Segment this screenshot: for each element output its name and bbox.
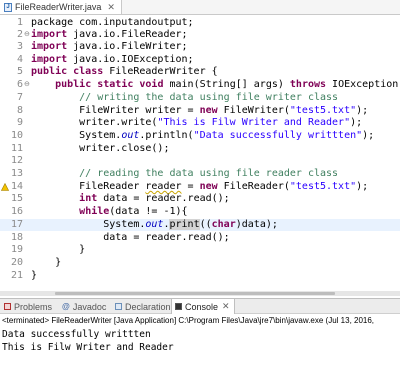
editor-tab-title: FileReaderWriter.java (15, 2, 102, 12)
code-editor[interactable]: 1 package com.inputandoutput; 2 ⊖ import jav… (0, 15, 400, 295)
code-text: data = reader.read(); (31, 232, 230, 243)
line-number: 12 (10, 155, 23, 166)
tab-label: Problems (14, 301, 53, 312)
line-number: 11 (10, 143, 23, 154)
line-number: 21 (10, 270, 23, 281)
code-text: } (31, 257, 62, 268)
code-text: writer.close(); (31, 143, 170, 154)
warning-icon[interactable] (0, 181, 10, 193)
tab-console[interactable]: Console ✕ (171, 299, 235, 314)
tab-label: Console (185, 301, 219, 312)
line-number: 7 (16, 92, 23, 103)
code-line[interactable]: 21} (0, 270, 400, 282)
editor-tab[interactable]: J FileReaderWriter.java ✕ (0, 0, 122, 14)
tab-javadoc[interactable]: @ Javadoc (62, 299, 106, 314)
line-number: 9 (16, 117, 23, 128)
code-text: import java.io.FileWriter; (31, 41, 188, 52)
line-number: 5 (16, 66, 23, 77)
code-text: import java.io.IOException; (31, 54, 194, 65)
code-line[interactable]: 5 public class FileReaderWriter { (0, 66, 400, 78)
code-line[interactable]: 8 FileWriter writer = new FileWriter("te… (0, 105, 400, 117)
console-output-line: Data successfully writtten (2, 329, 151, 340)
code-line[interactable]: 20 } (0, 257, 400, 269)
tab-label: Declaration (125, 301, 171, 312)
declaration-icon (115, 303, 122, 310)
console-icon (175, 303, 182, 310)
code-text: writer.write("This is Filw Writer and Re… (31, 117, 363, 128)
code-text: FileWriter writer = new FileWriter("test… (31, 105, 369, 116)
code-text: System.out.println("Data successfully wr… (31, 130, 375, 141)
code-text: // writing the data using file writer cl… (31, 92, 339, 103)
code-text: public static void main(String[] args) t… (55, 79, 399, 90)
code-line[interactable]: 19 } (0, 244, 400, 256)
line-number: 14 (10, 181, 23, 192)
code-text: while(data != -1){ (79, 206, 188, 217)
code-line[interactable]: 7 // writing the data using file writer … (0, 92, 400, 104)
java-file-icon: J (4, 2, 12, 12)
code-text: int data = reader.read(); (79, 193, 230, 204)
code-line[interactable]: 3 import java.io.FileWriter; (0, 41, 400, 53)
line-number: 13 (10, 168, 23, 179)
line-number: 15 (10, 193, 23, 204)
code-line[interactable]: 6 ⊖ public static void main(String[] args… (0, 79, 400, 91)
line-number: 2 (16, 29, 23, 40)
tab-problems[interactable]: Problems (4, 299, 52, 314)
code-line[interactable]: 16 while(data != -1){ (0, 206, 400, 218)
scrollbar-thumb[interactable] (55, 292, 335, 295)
code-line[interactable]: 12 (0, 155, 400, 167)
javadoc-icon: @ (62, 302, 70, 311)
editor-tab-bar: J FileReaderWriter.java ✕ (0, 0, 400, 15)
panel-tab-bar: Problems @ Javadoc Declaration Console ✕ (0, 298, 400, 314)
line-number: 18 (10, 232, 23, 243)
line-number: 17 (10, 219, 23, 230)
line-number: 6 (16, 79, 23, 90)
line-number: 1 (16, 17, 23, 28)
line-number: 16 (10, 206, 23, 217)
tab-label: Javadoc (72, 301, 107, 312)
code-text: // reading the data using file reader cl… (31, 168, 339, 179)
code-line[interactable]: 4 import java.io.IOException; (0, 54, 400, 66)
code-line[interactable]: 15 int data = reader.read(); (0, 193, 400, 205)
code-line[interactable]: 1 package com.inputandoutput; (0, 17, 400, 29)
code-text: } (31, 270, 38, 281)
line-number: 20 (10, 257, 23, 268)
line-number: 4 (16, 54, 23, 65)
code-text: System.out.print((char)data); (31, 219, 278, 230)
line-number: 8 (16, 105, 23, 116)
code-text: } (31, 244, 86, 255)
problems-icon (4, 303, 11, 310)
code-line[interactable]: 17 System.out.print((char)data); (0, 219, 400, 231)
code-line[interactable]: 18 data = reader.read(); (0, 232, 400, 244)
line-number: 10 (10, 130, 23, 141)
code-line[interactable]: 14 FileReader reader = new FileReader("t… (0, 181, 400, 193)
code-line[interactable]: 13 // reading the data using file reader… (0, 168, 400, 180)
line-number: 3 (16, 41, 23, 52)
fold-toggle-icon[interactable]: ⊖ (24, 79, 30, 91)
tab-declaration[interactable]: Declaration (115, 299, 171, 314)
close-icon[interactable]: ✕ (107, 2, 115, 13)
code-text: public class FileReaderWriter { (31, 66, 218, 77)
line-number: 19 (10, 244, 23, 255)
code-line[interactable]: 9 writer.write("This is Filw Writer and … (0, 117, 400, 129)
console-process-header: <terminated> FileReaderWriter [Java Appl… (2, 316, 375, 325)
close-icon[interactable]: ✕ (222, 301, 230, 312)
code-text: import java.io.FileReader; (31, 29, 188, 40)
code-text: FileReader reader = new FileReader("test… (31, 181, 369, 192)
code-text: package com.inputandoutput; (31, 17, 194, 28)
code-line[interactable]: 10 System.out.println("Data successfully… (0, 130, 400, 142)
fold-toggle-icon[interactable]: ⊖ (24, 29, 30, 41)
code-line[interactable]: 2 ⊖ import java.io.FileReader; (0, 29, 400, 41)
console-output-line: This is Filw Writer and Reader (2, 342, 174, 353)
horizontal-scrollbar[interactable] (0, 291, 400, 296)
code-line[interactable]: 11 writer.close(); (0, 143, 400, 155)
